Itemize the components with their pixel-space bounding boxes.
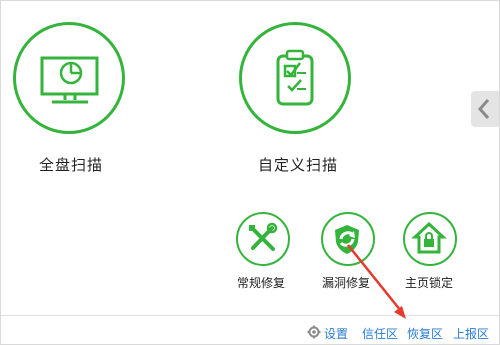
homepage-lock-button[interactable] bbox=[403, 212, 457, 266]
homepage-lock-label: 主页锁定 bbox=[405, 276, 454, 290]
expand-panel-button[interactable] bbox=[471, 91, 499, 127]
checklist-icon bbox=[276, 49, 314, 106]
repair-button[interactable] bbox=[236, 212, 290, 266]
repair-label: 常规修复 bbox=[237, 276, 286, 290]
report-zone-link[interactable]: 上报区 bbox=[453, 325, 489, 342]
custom-scan-label: 自定义扫描 bbox=[258, 156, 339, 174]
full-scan-button[interactable] bbox=[13, 22, 125, 134]
custom-scan-button[interactable] bbox=[239, 22, 351, 134]
vuln-repair-button[interactable] bbox=[321, 212, 375, 266]
gear-icon[interactable] bbox=[307, 325, 321, 339]
window: 全盘扫描 自定义扫描 常规修复 漏洞修复 主页锁定 设置 信任区 恢复区 上报区 bbox=[0, 0, 500, 345]
trust-zone-link[interactable]: 信任区 bbox=[362, 325, 398, 342]
monitor-icon bbox=[40, 56, 99, 104]
shield-refresh-icon bbox=[335, 225, 359, 254]
restore-zone-link[interactable]: 恢复区 bbox=[407, 325, 443, 342]
settings-link[interactable]: 设置 bbox=[324, 325, 348, 342]
house-lock-icon bbox=[411, 221, 447, 254]
full-scan-label: 全盘扫描 bbox=[39, 156, 104, 174]
chevron-left-icon bbox=[477, 99, 490, 119]
vuln-repair-label: 漏洞修复 bbox=[322, 276, 371, 290]
wrench-screwdriver-icon bbox=[249, 222, 278, 251]
